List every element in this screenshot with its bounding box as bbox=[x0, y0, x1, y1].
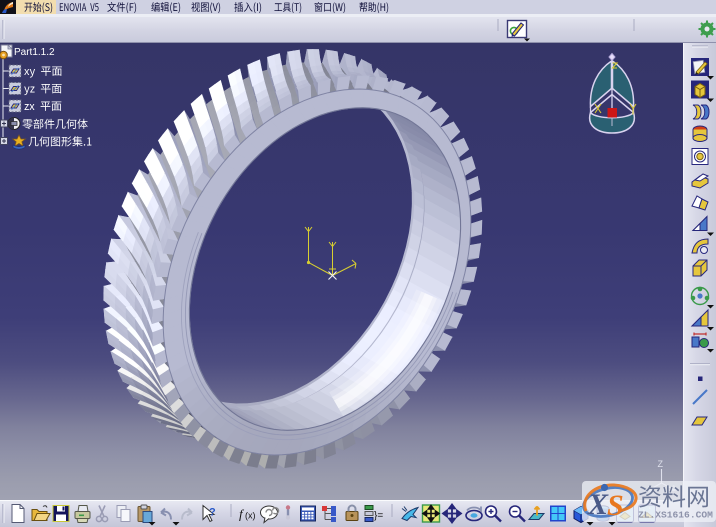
svg-text:(x): (x) bbox=[245, 511, 256, 521]
svg-text:?: ? bbox=[209, 507, 216, 519]
svg-text:X: X bbox=[587, 488, 609, 521]
svg-text:}=: }= bbox=[374, 511, 383, 522]
svg-text:S: S bbox=[607, 489, 624, 522]
svg-text:ZL.XS1616.COM: ZL.XS1616.COM bbox=[638, 510, 713, 521]
svg-text:Part1.1.2: Part1.1.2 bbox=[14, 47, 55, 58]
svg-text:Z: Z bbox=[658, 459, 664, 469]
